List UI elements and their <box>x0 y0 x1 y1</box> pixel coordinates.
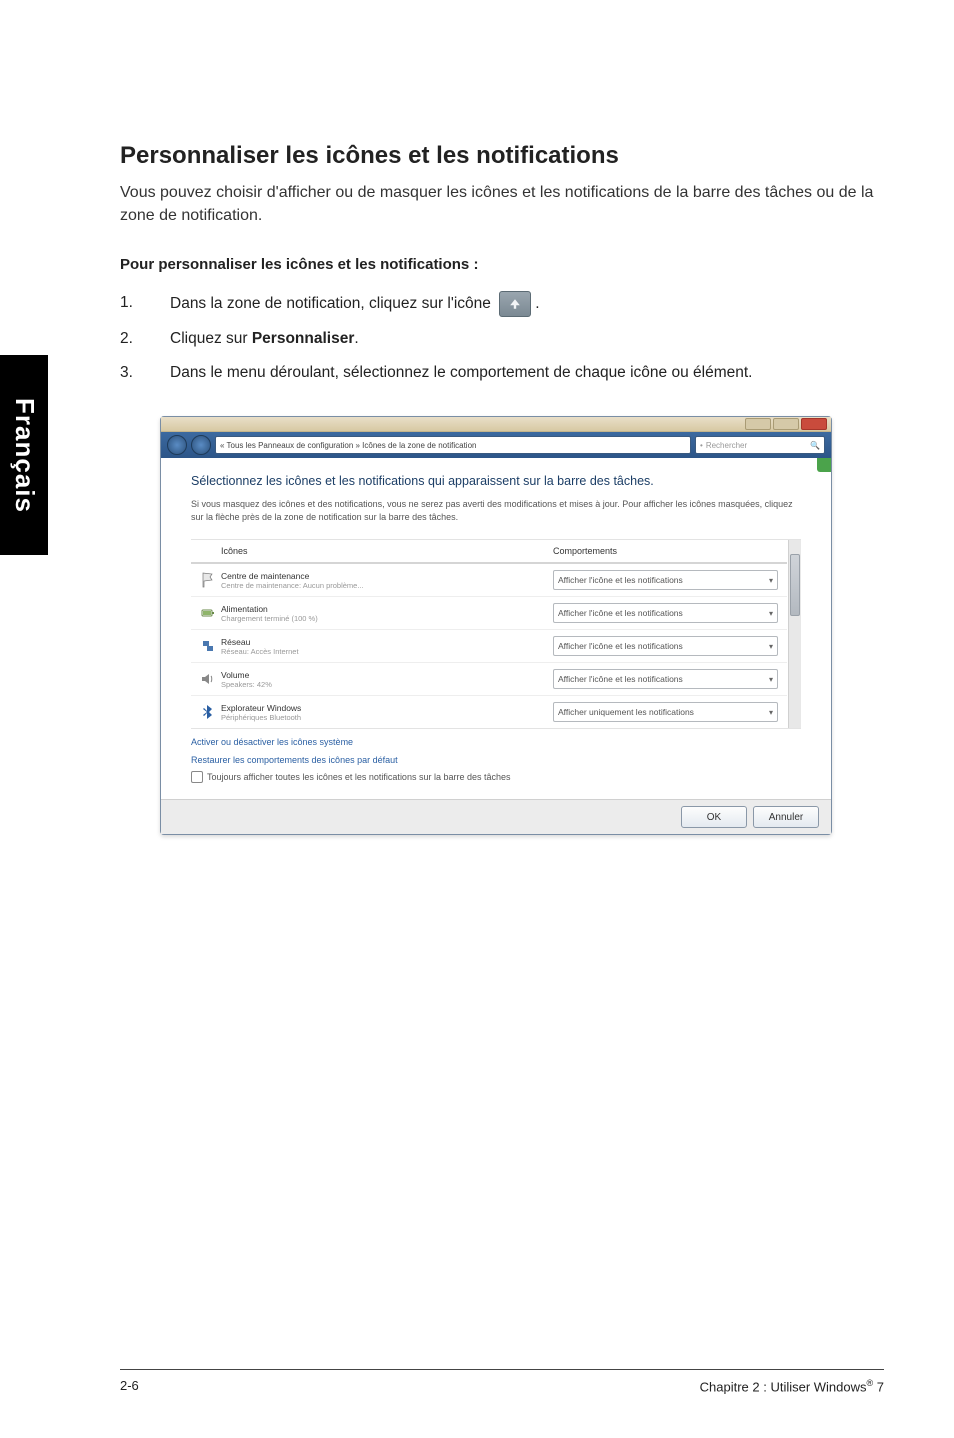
row-sub: Périphériques Bluetooth <box>221 713 553 722</box>
step-1-text-b: . <box>535 295 539 312</box>
row-name: Centre de maintenance <box>221 571 553 581</box>
list-row: Réseau Réseau: Accès Internet Afficher l… <box>191 630 787 663</box>
breadcrumb-text: « Tous les Panneaux de configuration » I… <box>220 441 476 450</box>
network-icon <box>200 638 216 654</box>
row-sub: Centre de maintenance: Aucun problème... <box>221 581 553 590</box>
behavior-select[interactable]: Afficher l'icône et les notifications ▾ <box>553 603 778 623</box>
step-2-text-a: Cliquez sur <box>170 330 252 347</box>
chevron-down-icon: ▾ <box>769 675 773 684</box>
list-row: Alimentation Chargement terminé (100 %) … <box>191 597 787 630</box>
section-intro: Vous pouvez choisir d'afficher ou de mas… <box>120 181 884 227</box>
search-input[interactable]: • Rechercher 🔍 <box>695 436 825 454</box>
always-show-checkbox-row: Toujours afficher toutes les icônes et l… <box>191 771 801 783</box>
minimize-button[interactable] <box>745 418 771 430</box>
column-behaviors: Comportements <box>553 546 783 556</box>
step-1: Dans la zone de notification, cliquez su… <box>120 291 884 317</box>
search-placeholder: Rechercher <box>706 441 747 450</box>
step-1-text-a: Dans la zone de notification, cliquez su… <box>170 295 495 312</box>
close-button[interactable] <box>801 418 827 430</box>
address-bar: « Tous les Panneaux de configuration » I… <box>161 432 831 458</box>
select-value: Afficher l'icône et les notifications <box>558 575 683 585</box>
nav-back-button[interactable] <box>167 435 187 455</box>
row-sub: Speakers: 42% <box>221 680 553 689</box>
behavior-select[interactable]: Afficher uniquement les notifications ▾ <box>553 702 778 722</box>
row-sub: Chargement terminé (100 %) <box>221 614 553 623</box>
step-3-text: Dans le menu déroulant, sélectionnez le … <box>170 361 752 386</box>
step-2: Cliquez sur Personnaliser. <box>120 327 884 352</box>
row-name: Alimentation <box>221 604 553 614</box>
page-footer: 2-6 Chapitre 2 : Utiliser Windows® 7 <box>120 1369 884 1394</box>
maximize-button[interactable] <box>773 418 799 430</box>
chevron-down-icon: ▾ <box>769 642 773 651</box>
chapter-label: Chapitre 2 : Utiliser Windows® 7 <box>700 1378 884 1394</box>
scrollbar[interactable] <box>788 540 801 728</box>
search-icon: 🔍 <box>810 441 820 450</box>
language-side-tab: Français <box>0 355 48 555</box>
column-icons: Icônes <box>221 546 553 556</box>
bluetooth-icon <box>200 704 216 720</box>
list-header: Icônes Comportements <box>191 540 787 564</box>
refresh-icon[interactable] <box>817 458 831 472</box>
volume-icon <box>200 671 216 687</box>
section-subtitle: Pour personnaliser les icônes et les not… <box>120 256 884 273</box>
select-value: Afficher uniquement les notifications <box>558 707 694 717</box>
row-sub: Réseau: Accès Internet <box>221 647 553 656</box>
row-name: Volume <box>221 670 553 680</box>
window-body: Sélectionnez les icônes et les notificat… <box>161 458 831 799</box>
select-value: Afficher l'icône et les notifications <box>558 608 683 618</box>
system-icons-link[interactable]: Activer ou désactiver les icônes système <box>191 737 801 747</box>
window-titlebar <box>161 417 831 432</box>
select-value: Afficher l'icône et les notifications <box>558 674 683 684</box>
step-2-bold: Personnaliser <box>252 330 355 347</box>
panel-heading: Sélectionnez les icônes et les notificat… <box>191 474 801 488</box>
row-name: Explorateur Windows <box>221 703 553 713</box>
chevron-down-icon: ▾ <box>769 708 773 717</box>
arrow-up-icon <box>499 291 531 317</box>
power-icon <box>200 605 216 621</box>
restore-defaults-link[interactable]: Restaurer les comportements des icônes p… <box>191 755 801 765</box>
cancel-button[interactable]: Annuler <box>753 806 819 828</box>
list-row: Centre de maintenance Centre de maintena… <box>191 564 787 597</box>
scrollbar-thumb[interactable] <box>790 554 800 616</box>
behavior-select[interactable]: Afficher l'icône et les notifications ▾ <box>553 570 778 590</box>
chevron-down-icon: ▾ <box>769 576 773 585</box>
chevron-down-icon: ▾ <box>769 609 773 618</box>
section-title: Personnaliser les icônes et les notifica… <box>120 140 884 171</box>
always-show-label: Toujours afficher toutes les icônes et l… <box>207 772 511 782</box>
flag-icon <box>200 572 216 588</box>
select-value: Afficher l'icône et les notifications <box>558 641 683 651</box>
language-label: Français <box>9 398 40 513</box>
page-number: 2-6 <box>120 1378 139 1394</box>
steps-list: Dans la zone de notification, cliquez su… <box>120 291 884 387</box>
always-show-checkbox[interactable] <box>191 771 203 783</box>
step-3: Dans le menu déroulant, sélectionnez le … <box>120 361 884 386</box>
step-2-text-b: . <box>354 330 358 347</box>
ok-button[interactable]: OK <box>681 806 747 828</box>
row-name: Réseau <box>221 637 553 647</box>
behavior-select[interactable]: Afficher l'icône et les notifications ▾ <box>553 636 778 656</box>
window-footer: OK Annuler <box>161 799 831 834</box>
panel-description: Si vous masquez des icônes et des notifi… <box>191 498 801 523</box>
nav-forward-button[interactable] <box>191 435 211 455</box>
list-row: Explorateur Windows Périphériques Blueto… <box>191 696 787 728</box>
icons-list: Icônes Comportements Centre de maintenan… <box>191 539 801 729</box>
list-row: Volume Speakers: 42% Afficher l'icône et… <box>191 663 787 696</box>
breadcrumb-field[interactable]: « Tous les Panneaux de configuration » I… <box>215 436 691 454</box>
behavior-select[interactable]: Afficher l'icône et les notifications ▾ <box>553 669 778 689</box>
notification-icons-window: « Tous les Panneaux de configuration » I… <box>160 416 832 835</box>
